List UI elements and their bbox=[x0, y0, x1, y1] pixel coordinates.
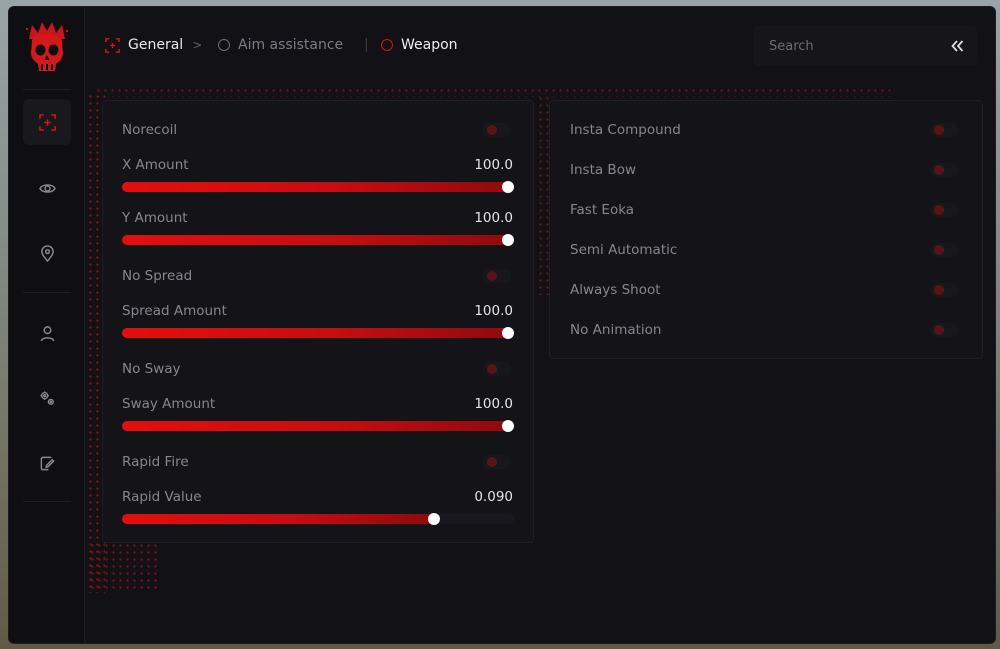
top-bar: General > Aim assistance | Weapon bbox=[85, 7, 995, 85]
no-sway-toggle[interactable] bbox=[483, 362, 511, 376]
breadcrumb-aim-label: Aim assistance bbox=[238, 37, 344, 53]
search-box bbox=[753, 26, 977, 66]
sway-amount-slider[interactable] bbox=[122, 420, 514, 432]
breadcrumb-general-label: General bbox=[128, 37, 184, 53]
location-pin-icon bbox=[40, 244, 54, 262]
insta-compound-label: Insta Compound bbox=[570, 122, 681, 138]
sidebar-item-misc[interactable] bbox=[23, 375, 71, 421]
sway-amount-value: 100.0 bbox=[474, 396, 513, 412]
crowned-skull-logo bbox=[25, 22, 69, 71]
norecoil-label: Norecoil bbox=[122, 122, 178, 138]
norecoil-toggle[interactable] bbox=[483, 123, 511, 137]
gears-icon bbox=[39, 390, 54, 405]
breadcrumb-aim-assistance[interactable]: Aim assistance bbox=[218, 35, 343, 55]
slider-thumb[interactable] bbox=[502, 234, 514, 246]
insta-bow-toggle[interactable] bbox=[930, 163, 958, 177]
circle-icon bbox=[218, 39, 230, 51]
user-icon bbox=[40, 325, 54, 341]
search-input[interactable] bbox=[753, 26, 933, 66]
spread-amount-slider[interactable] bbox=[122, 327, 514, 339]
app-window: General > Aim assistance | Weapon Noreco… bbox=[8, 6, 996, 644]
insta-bow-label: Insta Bow bbox=[570, 162, 636, 178]
fast-eoka-label: Fast Eoka bbox=[570, 202, 635, 218]
sidebar-item-aimbot[interactable] bbox=[23, 99, 71, 145]
semi-automatic-label: Semi Automatic bbox=[570, 242, 678, 258]
no-spread-label: No Spread bbox=[122, 268, 193, 284]
sidebar-item-player[interactable] bbox=[23, 310, 71, 356]
no-spread-toggle[interactable] bbox=[483, 269, 511, 283]
spread-amount-value: 100.0 bbox=[474, 303, 513, 319]
decorative-dots bbox=[89, 542, 159, 592]
slider-thumb[interactable] bbox=[502, 327, 514, 339]
breadcrumb-divider: | bbox=[364, 37, 369, 53]
sidebar-item-config[interactable] bbox=[23, 440, 71, 486]
no-sway-label: No Sway bbox=[122, 361, 181, 377]
slider-thumb[interactable] bbox=[427, 513, 440, 525]
circle-icon bbox=[381, 39, 393, 51]
slider-thumb[interactable] bbox=[502, 181, 514, 193]
fast-eoka-toggle[interactable] bbox=[930, 203, 958, 217]
sidebar-item-location[interactable] bbox=[23, 230, 71, 276]
y-amount-value: 100.0 bbox=[474, 210, 513, 226]
rapid-value-value: 0.090 bbox=[474, 489, 513, 505]
x-amount-slider[interactable] bbox=[122, 181, 514, 193]
crosshair-icon bbox=[38, 113, 56, 131]
double-chevron-left-icon[interactable] bbox=[947, 36, 967, 56]
rapid-value-label: Rapid Value bbox=[122, 489, 202, 505]
breadcrumb-weapon[interactable]: Weapon bbox=[381, 35, 458, 55]
edit-note-icon bbox=[40, 456, 55, 470]
sidebar bbox=[9, 7, 85, 643]
no-animation-toggle[interactable] bbox=[930, 323, 958, 337]
always-shoot-label: Always Shoot bbox=[570, 282, 661, 298]
no-animation-label: No Animation bbox=[570, 322, 662, 338]
slider-thumb[interactable] bbox=[502, 420, 514, 432]
breadcrumb-general[interactable]: General > bbox=[105, 35, 202, 55]
semi-automatic-toggle[interactable] bbox=[930, 243, 958, 257]
sidebar-item-visuals[interactable] bbox=[23, 165, 71, 211]
x-amount-label: X Amount bbox=[122, 157, 189, 173]
spread-amount-label: Spread Amount bbox=[122, 303, 227, 319]
rapid-fire-toggle[interactable] bbox=[483, 455, 511, 469]
y-amount-slider[interactable] bbox=[122, 234, 514, 246]
crosshair-icon bbox=[105, 37, 120, 53]
rapid-fire-label: Rapid Fire bbox=[122, 454, 189, 470]
weapon-settings-panel: Norecoil X Amount 100.0 Y Amount 100.0 N… bbox=[102, 100, 534, 543]
y-amount-label: Y Amount bbox=[122, 210, 188, 226]
decorative-dots bbox=[95, 87, 895, 97]
insta-compound-toggle[interactable] bbox=[930, 123, 958, 137]
always-shoot-toggle[interactable] bbox=[930, 283, 958, 297]
x-amount-value: 100.0 bbox=[474, 157, 513, 173]
chevron-right-icon: > bbox=[192, 38, 203, 52]
rapid-value-slider[interactable] bbox=[122, 513, 514, 525]
weapon-extras-panel: Insta Compound Insta Bow Fast Eoka Semi … bbox=[549, 100, 983, 359]
eye-icon bbox=[38, 183, 56, 193]
sway-amount-label: Sway Amount bbox=[122, 396, 216, 412]
breadcrumb-weapon-label: Weapon bbox=[401, 37, 458, 53]
